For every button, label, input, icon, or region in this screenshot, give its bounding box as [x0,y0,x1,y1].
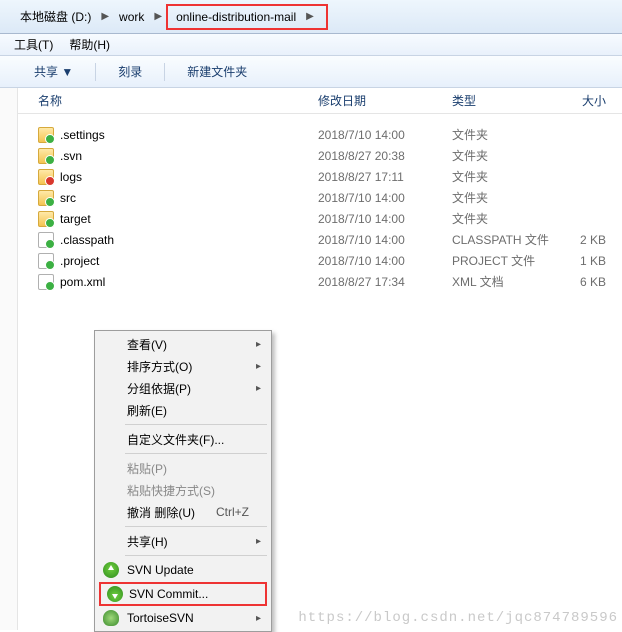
svn-commit-icon [107,586,123,602]
breadcrumb-current-highlight: online-distribution-mail ▶ [166,4,328,30]
column-headers[interactable]: 名称 修改日期 类型 大小 [18,88,622,114]
col-size[interactable]: 大小 [556,92,616,109]
menu-label: 查看(V) [127,336,167,353]
file-name: pom.xml [60,275,105,289]
svn-update-icon [103,562,119,578]
menu-share-with[interactable]: 共享(H) [97,530,269,552]
file-row[interactable]: .project 2018/7/10 14:00 PROJECT 文件 1 KB [18,250,622,271]
menu-label: 排序方式(O) [127,358,192,375]
toolbar-separator [164,63,165,81]
file-row[interactable]: pom.xml 2018/8/27 17:34 XML 文档 6 KB [18,271,622,292]
file-date: 2018/8/27 17:11 [318,170,452,184]
address-bar[interactable]: 本地磁盘 (D:) ▶ work ▶ online-distribution-m… [0,0,622,34]
breadcrumb-work[interactable]: work [113,6,150,28]
file-date: 2018/7/10 14:00 [318,254,452,268]
menu-help[interactable]: 帮助(H) [69,36,110,53]
folder-icon [38,169,54,185]
menu-label: 撤消 删除(U) [127,504,195,521]
menu-separator [125,526,267,527]
file-row[interactable]: .classpath 2018/7/10 14:00 CLASSPATH 文件 … [18,229,622,250]
file-name: src [60,191,76,205]
file-date: 2018/7/10 14:00 [318,128,452,142]
menu-paste-shortcut[interactable]: 粘贴快捷方式(S) [97,479,269,501]
menu-label: SVN Commit... [129,587,208,601]
file-size: 2 KB [556,233,616,247]
menu-svn-update[interactable]: SVN Update [97,559,269,581]
file-type: 文件夹 [452,126,556,143]
tortoise-icon [103,610,119,626]
menu-label: 粘贴快捷方式(S) [127,482,215,499]
menu-view[interactable]: 查看(V) [97,333,269,355]
menu-bar: 工具(T) 帮助(H) [0,34,622,56]
file-type: PROJECT 文件 [452,252,556,269]
file-name: .project [60,254,99,268]
menu-label: 分组依据(P) [127,380,191,397]
menu-shortcut: Ctrl+Z [216,505,249,519]
file-type: 文件夹 [452,210,556,227]
file-row[interactable]: src 2018/7/10 14:00 文件夹 [18,187,622,208]
file-row[interactable]: .settings 2018/7/10 14:00 文件夹 [18,124,622,145]
file-row[interactable]: .svn 2018/8/27 20:38 文件夹 [18,145,622,166]
file-row[interactable]: target 2018/7/10 14:00 文件夹 [18,208,622,229]
menu-tortoisesvn[interactable]: TortoiseSVN [97,607,269,629]
file-name: target [60,212,91,226]
menu-label: 粘贴(P) [127,460,167,477]
menu-svn-commit[interactable]: SVN Commit... [99,582,267,606]
file-type: CLASSPATH 文件 [452,231,556,248]
chevron-right-icon[interactable]: ▶ [150,11,166,22]
nav-pane-edge[interactable] [0,88,18,630]
file-type: XML 文档 [452,273,556,290]
file-icon [38,232,54,248]
folder-icon [38,211,54,227]
file-size: 6 KB [556,275,616,289]
menu-label: SVN Update [127,563,194,577]
toolbar-burn[interactable]: 刻录 [118,63,142,80]
file-name: .settings [60,128,105,142]
breadcrumb-root[interactable]: 本地磁盘 (D:) [14,6,97,28]
chevron-right-icon[interactable]: ▶ [97,11,113,22]
file-icon [38,274,54,290]
menu-refresh[interactable]: 刷新(E) [97,399,269,421]
file-type: 文件夹 [452,168,556,185]
toolbar-separator [95,63,96,81]
file-date: 2018/8/27 20:38 [318,149,452,163]
menu-customize-folder[interactable]: 自定义文件夹(F)... [97,428,269,450]
file-name: logs [60,170,82,184]
menu-tools[interactable]: 工具(T) [14,36,53,53]
menu-label: 共享(H) [127,533,168,550]
file-date: 2018/7/10 14:00 [318,191,452,205]
file-icon [38,253,54,269]
toolbar: 共享 ▼ 刻录 新建文件夹 [0,56,622,88]
toolbar-share[interactable]: 共享 ▼ [34,63,73,80]
file-row[interactable]: logs 2018/8/27 17:11 文件夹 [18,166,622,187]
col-name[interactable]: 名称 [18,92,318,109]
context-menu: 查看(V) 排序方式(O) 分组依据(P) 刷新(E) 自定义文件夹(F)...… [94,330,272,632]
col-type[interactable]: 类型 [452,92,556,109]
file-type: 文件夹 [452,189,556,206]
menu-separator [125,424,267,425]
menu-label: TortoiseSVN [127,611,194,625]
menu-separator [125,453,267,454]
menu-undo-delete[interactable]: 撤消 删除(U) Ctrl+Z [97,501,269,523]
breadcrumb-leaf[interactable]: online-distribution-mail [176,10,296,24]
menu-paste[interactable]: 粘贴(P) [97,457,269,479]
folder-icon [38,190,54,206]
col-date[interactable]: 修改日期 [318,92,452,109]
folder-icon [38,127,54,143]
folder-icon [38,148,54,164]
file-type: 文件夹 [452,147,556,164]
menu-group[interactable]: 分组依据(P) [97,377,269,399]
menu-label: 自定义文件夹(F)... [127,431,224,448]
menu-sort[interactable]: 排序方式(O) [97,355,269,377]
file-size: 1 KB [556,254,616,268]
menu-label: 刷新(E) [127,402,167,419]
menu-separator [125,555,267,556]
file-date: 2018/7/10 14:00 [318,212,452,226]
file-name: .svn [60,149,82,163]
toolbar-new-folder[interactable]: 新建文件夹 [187,63,247,80]
file-name: .classpath [60,233,114,247]
file-date: 2018/7/10 14:00 [318,233,452,247]
chevron-right-icon[interactable]: ▶ [302,11,318,22]
file-date: 2018/8/27 17:34 [318,275,452,289]
